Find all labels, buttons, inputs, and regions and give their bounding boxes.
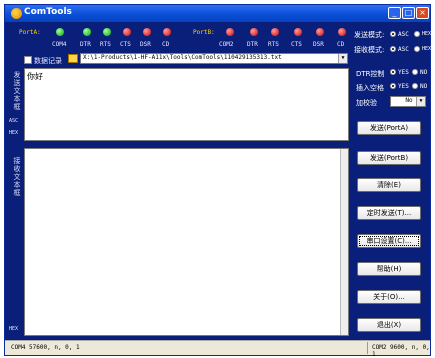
window-title: ComTools — [24, 7, 72, 17]
portb-dtr-led — [250, 28, 258, 36]
portb-dsr-led — [316, 28, 324, 36]
minimize-button[interactable]: _ — [388, 7, 401, 19]
app-icon — [11, 8, 22, 19]
porta-dsr-label: DSR — [140, 41, 151, 48]
send-box-label: 发送文本框 — [13, 71, 21, 111]
send-mode-asc-radio[interactable] — [390, 31, 396, 37]
recv-textarea[interactable] — [24, 148, 349, 336]
insert-space-no-radio[interactable] — [412, 83, 418, 89]
maximize-button[interactable]: □ — [402, 7, 415, 19]
help-button[interactable]: 帮助(H) — [357, 262, 421, 276]
send-text: 你好 — [27, 72, 43, 81]
checksum-label: 加校验 — [356, 99, 377, 107]
dtr-yes-radio[interactable] — [390, 69, 396, 75]
send-mode-label: 发送模式: — [354, 31, 385, 39]
porta-rts-label: RTS — [100, 41, 111, 48]
portb-cd-label: CD — [337, 41, 345, 48]
send-portb-button[interactable]: 发送(PortB) — [357, 151, 421, 165]
record-label: 数据记录 — [34, 57, 62, 65]
portb-rts-label: RTS — [268, 41, 279, 48]
checksum-value: No — [405, 97, 413, 104]
portb-cd-led — [338, 28, 346, 36]
recv-scrollbar[interactable] — [340, 149, 348, 335]
close-button[interactable]: × — [416, 7, 429, 19]
chevron-down-icon[interactable]: ▼ — [416, 97, 425, 106]
porta-cd-label: CD — [162, 41, 170, 48]
record-checkbox[interactable] — [24, 56, 32, 64]
exit-button[interactable]: 退出(X) — [357, 318, 421, 332]
status-divider — [367, 342, 368, 354]
folder-icon[interactable] — [68, 54, 78, 63]
about-button[interactable]: 关于(O)... — [357, 290, 421, 304]
checksum-select[interactable]: No ▼ — [390, 96, 426, 107]
portb-rts-led — [271, 28, 279, 36]
app-window: ComTools _ □ × PortA: COM4 DTR RTS CTS D… — [4, 4, 432, 358]
porta-dtr-label: DTR — [80, 41, 91, 48]
insert-space-label: 插入空格 — [356, 84, 384, 92]
porta-cd-led — [163, 28, 171, 36]
insert-space-no-label: NO — [420, 83, 428, 90]
portb-port-name: COM2 — [219, 41, 234, 48]
send-porta-button[interactable]: 发送(PortA) — [357, 121, 421, 135]
portb-cts-label: CTS — [291, 41, 302, 48]
porta-cts-label: CTS — [120, 41, 131, 48]
porta-port-name: COM4 — [52, 41, 67, 48]
recv-mode-label: 接收模式: — [354, 46, 385, 54]
send-mode-hex-label: HEX — [422, 31, 432, 37]
send-textarea[interactable]: 你好 — [24, 68, 349, 141]
recv-mode-hex-label: HEX — [422, 46, 432, 52]
recv-box-label: 接收文本框 — [13, 157, 21, 197]
porta-dtr-led — [83, 28, 91, 36]
insert-space-yes-label: YES — [398, 83, 409, 90]
chevron-down-icon[interactable]: ▼ — [338, 54, 347, 63]
recv-mode-asc-radio[interactable] — [390, 46, 396, 52]
dtr-yes-label: YES — [398, 69, 409, 76]
status-left: COM4 57600, n, 0, 1 — [11, 344, 80, 351]
status-right: COM2 9600, n, 0, 1 — [372, 344, 430, 358]
porta-dsr-led — [143, 28, 151, 36]
porta-led — [56, 28, 64, 36]
portb-dsr-label: DSR — [313, 41, 324, 48]
record-path: X:\1-Products\1-HF-A11x\Tools\ComTools\1… — [83, 54, 282, 61]
portb-cts-led — [294, 28, 302, 36]
status-bar: COM4 57600, n, 0, 1 COM2 9600, n, 0, 1 — [5, 340, 430, 358]
porta-label: PortA: — [19, 29, 41, 36]
recv-hex-label: HEX — [9, 326, 19, 332]
porta-rts-led — [103, 28, 111, 36]
title-bar[interactable]: ComTools _ □ × — [5, 5, 430, 22]
record-path-combo[interactable]: X:\1-Products\1-HF-A11x\Tools\ComTools\1… — [80, 53, 348, 64]
portb-dtr-label: DTR — [247, 41, 258, 48]
port-settings-button[interactable]: 串口设置(C)... — [357, 234, 421, 248]
recv-mode-asc-label: ASC — [398, 46, 409, 53]
send-mode-hex-radio[interactable] — [414, 31, 420, 37]
portb-label: PortB: — [193, 29, 215, 36]
send-mode-asc-label: ASC — [398, 31, 409, 38]
insert-space-yes-radio[interactable] — [390, 83, 396, 89]
dtr-control-label: DTR控制 — [356, 70, 385, 78]
clear-button[interactable]: 清除(E) — [357, 178, 421, 192]
send-hex-label: HEX — [9, 130, 19, 136]
timer-send-button[interactable]: 定时发送(T)... — [357, 206, 421, 220]
dtr-no-label: NO — [420, 69, 428, 76]
send-asc-label: ASC — [9, 118, 19, 124]
recv-mode-hex-radio[interactable] — [414, 46, 420, 52]
portb-led — [226, 28, 234, 36]
porta-cts-led — [123, 28, 131, 36]
dtr-no-radio[interactable] — [412, 69, 418, 75]
